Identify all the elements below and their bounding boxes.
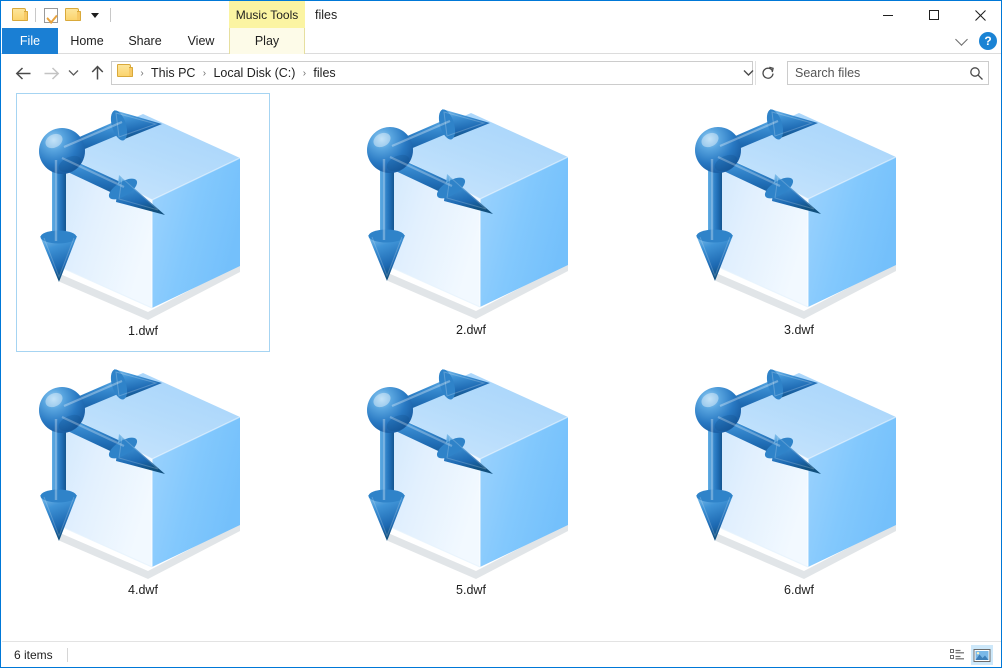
tab-home[interactable]: Home bbox=[59, 28, 115, 54]
status-item-count: 6 items bbox=[14, 647, 53, 662]
recent-locations-chevron-icon[interactable] bbox=[63, 61, 83, 85]
ribbon-tab-strip: File Home Share View Play ? bbox=[1, 28, 1001, 54]
list-item-label: 2.dwf bbox=[456, 323, 486, 337]
dwf-file-icon bbox=[358, 95, 584, 321]
breadcrumb-item-files[interactable]: files bbox=[310, 66, 338, 80]
chevron-down-icon[interactable] bbox=[951, 31, 971, 51]
folder-icon[interactable] bbox=[9, 4, 31, 26]
list-item-label: 3.dwf bbox=[784, 323, 814, 337]
view-mode-buttons bbox=[947, 645, 993, 665]
breadcrumb[interactable]: › This PC › Local Disk (C:) › files bbox=[111, 61, 753, 85]
breadcrumb-item-this-pc[interactable]: This PC bbox=[148, 66, 198, 80]
breadcrumb-folder-icon[interactable] bbox=[117, 63, 133, 83]
list-item[interactable]: 3.dwf bbox=[672, 93, 926, 352]
minimize-button[interactable] bbox=[865, 1, 911, 29]
dwf-file-icon bbox=[686, 95, 912, 321]
list-item[interactable]: 5.dwf bbox=[344, 353, 598, 612]
window-controls bbox=[865, 1, 1001, 29]
customize-chevron-icon[interactable] bbox=[84, 4, 106, 26]
back-arrow-icon[interactable] bbox=[11, 61, 35, 85]
contextual-tab-group-music-tools: Music Tools bbox=[229, 1, 305, 29]
list-item[interactable]: 4.dwf bbox=[16, 353, 270, 612]
properties-icon[interactable] bbox=[40, 4, 62, 26]
tab-share[interactable]: Share bbox=[116, 28, 174, 54]
list-item[interactable]: 6.dwf bbox=[672, 353, 926, 612]
list-item-label: 4.dwf bbox=[128, 583, 158, 597]
qat-divider-2 bbox=[110, 8, 111, 22]
breadcrumb-item-local-disk[interactable]: Local Disk (C:) bbox=[210, 66, 298, 80]
quick-access-toolbar bbox=[9, 1, 115, 29]
breadcrumb-separator-2[interactable]: › bbox=[298, 68, 310, 79]
breadcrumb-separator-1[interactable]: › bbox=[198, 68, 210, 79]
ribbon-right-controls: ? bbox=[951, 28, 997, 54]
qat-divider-1 bbox=[35, 8, 36, 22]
tab-file[interactable]: File bbox=[2, 28, 58, 54]
dwf-file-icon bbox=[358, 355, 584, 581]
tab-view[interactable]: View bbox=[175, 28, 227, 54]
help-icon[interactable]: ? bbox=[979, 32, 997, 50]
dwf-file-icon bbox=[30, 96, 256, 322]
list-item-label: 1.dwf bbox=[128, 324, 158, 338]
file-grid: 1.dwf 2.dwf 3.dwf 4.dwf 5.dwf 6.dwf bbox=[2, 91, 1001, 613]
breadcrumb-separator-0[interactable]: › bbox=[136, 68, 148, 79]
refresh-icon[interactable] bbox=[755, 61, 779, 85]
search-box[interactable] bbox=[787, 61, 989, 85]
window-title: files bbox=[315, 8, 338, 22]
large-icons-view-button[interactable] bbox=[971, 645, 993, 665]
status-divider bbox=[66, 647, 68, 662]
forward-arrow-icon bbox=[39, 61, 63, 85]
maximize-button[interactable] bbox=[911, 1, 957, 29]
search-icon[interactable] bbox=[964, 66, 988, 81]
list-item-label: 5.dwf bbox=[456, 583, 486, 597]
list-item[interactable]: 1.dwf bbox=[16, 93, 270, 352]
dwf-file-icon bbox=[686, 355, 912, 581]
title-bar: Music Tools files bbox=[1, 0, 1001, 29]
list-item[interactable]: 2.dwf bbox=[344, 93, 598, 352]
address-bar: › This PC › Local Disk (C:) › files bbox=[1, 55, 1001, 91]
list-item-label: 6.dwf bbox=[784, 583, 814, 597]
search-input[interactable] bbox=[788, 65, 964, 81]
up-arrow-icon[interactable] bbox=[85, 61, 109, 85]
new-folder-icon[interactable] bbox=[62, 4, 84, 26]
file-list-view[interactable]: 1.dwf 2.dwf 3.dwf 4.dwf 5.dwf 6.dwf bbox=[2, 91, 1001, 640]
dwf-file-icon bbox=[30, 355, 256, 581]
explorer-window: Music Tools files File Home Share View P… bbox=[0, 0, 1002, 668]
tab-play[interactable]: Play bbox=[229, 28, 305, 54]
close-button[interactable] bbox=[957, 1, 1001, 29]
status-bar: 6 items bbox=[2, 641, 1001, 667]
details-view-button[interactable] bbox=[947, 645, 969, 665]
